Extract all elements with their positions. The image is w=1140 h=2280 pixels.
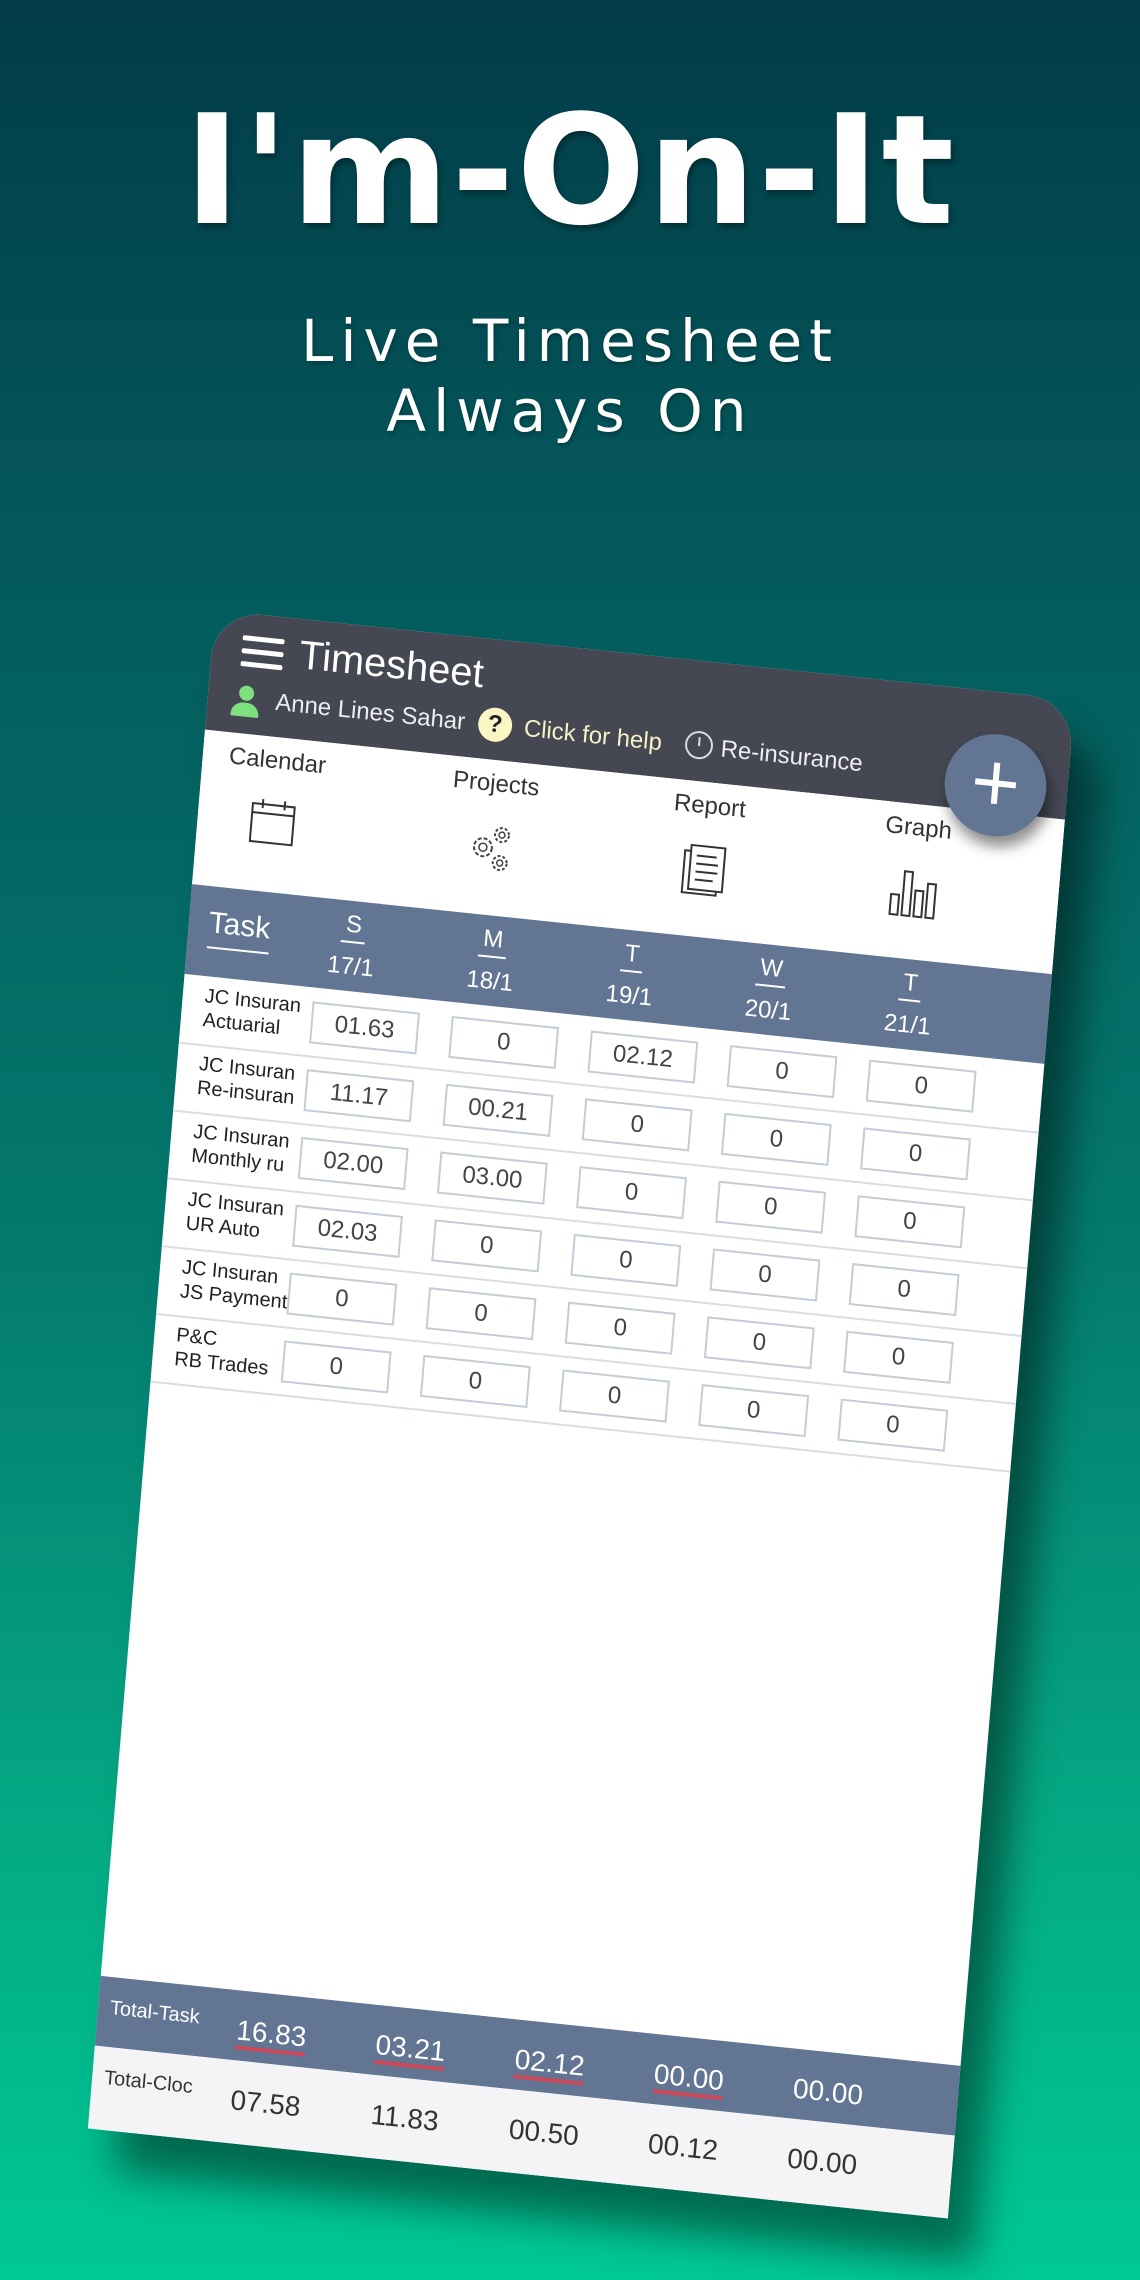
total-task-value[interactable]: 16.83 — [215, 2012, 327, 2057]
total-clock-value: 00.00 — [786, 2142, 859, 2181]
hours-cell[interactable]: 00.21 — [442, 1083, 554, 1137]
total-clock-value: 00.50 — [507, 2113, 580, 2152]
user-icon — [228, 684, 263, 721]
stopwatch-icon — [683, 729, 715, 761]
task-name[interactable]: P&C RB Trades — [173, 1323, 286, 1382]
hours-cell[interactable]: 0 — [860, 1127, 971, 1181]
total-clock-value: 00.12 — [646, 2127, 720, 2167]
app-title: Timesheet — [297, 633, 486, 697]
hours-cell[interactable]: 0 — [576, 1166, 687, 1220]
total-clock-value: 07.58 — [229, 2084, 302, 2123]
hours-cell[interactable]: 0 — [280, 1340, 392, 1394]
task-name[interactable]: JC Insuran Monthly ru — [190, 1120, 303, 1179]
total-task-value[interactable]: 00.00 — [633, 2056, 745, 2101]
help-link[interactable]: Click for help — [523, 715, 663, 757]
total-task-value[interactable]: 03.21 — [355, 2027, 467, 2072]
hours-cell[interactable]: 0 — [854, 1195, 966, 1249]
task-name[interactable]: JC Insuran Actuarial — [202, 984, 315, 1043]
hours-cell[interactable]: 0 — [698, 1384, 810, 1438]
hours-cell[interactable]: 0 — [709, 1248, 821, 1302]
user-name[interactable]: Anne Lines Sahar — [274, 689, 466, 737]
day-column-header[interactable]: W 20/1 — [712, 949, 827, 1030]
hours-cell[interactable]: 02.03 — [292, 1204, 403, 1258]
hours-cell[interactable]: 0 — [431, 1219, 543, 1273]
hours-cell[interactable]: 0 — [448, 1015, 560, 1070]
total-clock-label: Total-Cloc — [103, 2066, 194, 2099]
bar-chart-icon — [888, 870, 938, 920]
total-task-value[interactable]: 02.12 — [494, 2041, 606, 2086]
day-column-header[interactable]: S 17/1 — [295, 906, 410, 987]
report-icon — [680, 843, 727, 897]
hours-cell[interactable]: 0 — [726, 1045, 838, 1099]
nav-label: Report — [673, 788, 747, 824]
nav-calendar[interactable]: Calendar — [201, 740, 349, 854]
hours-cell[interactable]: 0 — [703, 1316, 815, 1370]
hero-title: I'm-On-It — [183, 82, 957, 259]
hours-cell[interactable]: 0 — [425, 1287, 537, 1341]
hours-cell[interactable]: 03.00 — [436, 1151, 548, 1205]
hours-cell[interactable]: 0 — [286, 1272, 398, 1326]
timesheet-screen: Timesheet Anne Lines Sahar ? Click for h… — [87, 610, 1075, 2219]
total-clock-value: 11.83 — [369, 2098, 440, 2137]
hamburger-icon[interactable] — [240, 635, 285, 673]
hours-cell[interactable]: 0 — [559, 1369, 670, 1423]
hours-cell[interactable]: 0 — [419, 1354, 531, 1409]
hours-cell[interactable]: 02.00 — [297, 1136, 409, 1191]
hours-cell[interactable]: 0 — [564, 1301, 676, 1355]
hours-cell[interactable]: 0 — [843, 1330, 954, 1384]
nav-report[interactable]: Report — [633, 785, 781, 905]
hero-subtitle-line1: Live Timesheet — [301, 307, 839, 375]
total-task-value: 00.00 — [791, 2072, 865, 2111]
hours-cell[interactable]: 0 — [720, 1112, 832, 1166]
day-column-header[interactable]: T 19/1 — [573, 935, 688, 1016]
question-icon[interactable]: ? — [476, 706, 514, 744]
total-task-label: Total-Task — [109, 1997, 201, 2029]
task-name[interactable]: JC Insuran JS Payment — [179, 1255, 292, 1314]
hours-cell[interactable]: 0 — [848, 1263, 960, 1317]
task-name[interactable]: JC Insuran UR Auto — [185, 1188, 298, 1247]
day-column-header[interactable]: T 21/1 — [851, 964, 966, 1045]
hours-cell[interactable]: 0 — [715, 1180, 827, 1234]
hours-cell[interactable]: 0 — [837, 1398, 949, 1452]
hero-subtitle-line2: Always On — [386, 377, 754, 445]
task-column-header[interactable]: Task — [206, 906, 272, 955]
calendar-icon — [248, 799, 296, 847]
task-name[interactable]: JC Insuran Re-insuran — [196, 1052, 309, 1111]
day-column-header[interactable]: M 18/1 — [434, 920, 549, 1001]
hours-cell[interactable]: 11.17 — [303, 1069, 415, 1123]
hours-cell[interactable]: 0 — [570, 1233, 682, 1287]
nav-label: Projects — [452, 765, 541, 802]
hours-cell[interactable]: 0 — [865, 1059, 977, 1113]
plus-icon: + — [967, 732, 1025, 832]
hours-cell[interactable]: 02.12 — [587, 1030, 699, 1084]
nav-projects[interactable]: Projects — [419, 763, 567, 883]
nav-label: Calendar — [228, 742, 328, 780]
hours-cell[interactable]: 01.63 — [309, 1001, 420, 1055]
active-task-label[interactable]: Re-insurance — [720, 735, 864, 778]
gears-icon — [472, 827, 510, 872]
hours-cell[interactable]: 0 — [581, 1098, 693, 1152]
